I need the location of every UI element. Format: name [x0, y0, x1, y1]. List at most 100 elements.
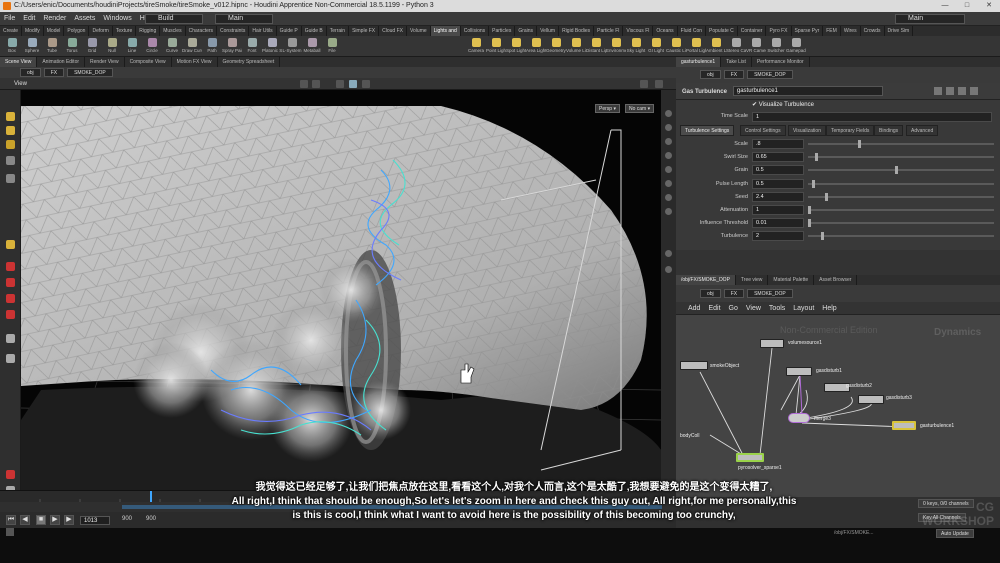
net-menu-tools[interactable]: Tools [765, 302, 789, 315]
shelf-tool[interactable]: Grid [82, 36, 102, 56]
shelf-tool[interactable]: Metaball [302, 36, 322, 56]
select-tool-icon[interactable] [6, 112, 15, 121]
net-menu-edit[interactable]: Edit [704, 302, 724, 315]
shelf-tab[interactable]: Vellum [537, 26, 560, 36]
grid-icon[interactable] [665, 208, 672, 215]
param-slider[interactable] [808, 153, 994, 162]
node-pyrosolver-sparse1[interactable] [736, 453, 764, 462]
shelf-tool[interactable]: Environment Light [606, 36, 626, 56]
shelf-tool[interactable]: L-System [282, 36, 302, 56]
shelf-tool[interactable]: VR Camera [746, 36, 766, 56]
slider-knob[interactable] [808, 206, 811, 214]
shelf-tab[interactable]: Guide P [277, 26, 302, 36]
node-gasturbulence1[interactable] [892, 421, 916, 430]
snap-icon[interactable] [6, 262, 15, 271]
tab-gasturbulence1[interactable]: gasturbulence1 [676, 57, 722, 67]
param-value-field[interactable]: 2.4 [752, 191, 804, 202]
node-smokeobject[interactable] [680, 361, 708, 370]
shelf-tool[interactable]: Sky Light [626, 36, 646, 56]
param-path-smoke-dop[interactable]: SMOKE_DOP [747, 69, 793, 79]
camera-lock-icon[interactable] [336, 80, 344, 88]
snap-grid-icon[interactable] [6, 278, 15, 287]
shelf-tool[interactable]: Geometry Light [546, 36, 566, 56]
shelf-tab[interactable]: Container [738, 26, 767, 36]
play-button[interactable]: ▶ [50, 515, 60, 525]
minimize-icon[interactable]: — [934, 0, 956, 12]
shelf-tab[interactable]: Characters [186, 26, 218, 36]
network-editor[interactable]: Non-Commercial Edition Dynamics volumeso… [676, 315, 1000, 497]
shelf-tool[interactable]: Distant Light [586, 36, 606, 56]
net-menu-add[interactable]: Add [684, 302, 704, 315]
shelf-tool[interactable]: Spot Light [506, 36, 526, 56]
shelf-tab[interactable]: Lights and [430, 26, 461, 36]
shelf-tab[interactable]: Grains [515, 26, 538, 36]
param-slider[interactable] [808, 140, 994, 148]
shelf-tool[interactable]: Platonic Solids [262, 36, 282, 56]
node-volumesource1[interactable] [760, 339, 784, 348]
shelf-tab[interactable]: Crowds [861, 26, 885, 36]
shelf-tab[interactable]: Muscles [160, 26, 186, 36]
wireframe-icon[interactable] [349, 80, 357, 88]
tab-motion-fx-view[interactable]: Motion FX View [172, 57, 218, 67]
shading-icon[interactable] [312, 80, 320, 88]
shelf-tab[interactable]: Particles [489, 26, 516, 36]
shelf-tab[interactable]: Wires [841, 26, 861, 36]
lock-icon[interactable] [970, 87, 978, 95]
snap-point-icon[interactable] [6, 294, 15, 303]
shelf-tool[interactable]: Camera [466, 36, 486, 56]
menu-assets[interactable]: Assets [70, 12, 99, 26]
shelf-tab[interactable]: Rigging [136, 26, 161, 36]
tab-animation-editor[interactable]: Animation Editor [37, 57, 86, 67]
tab-material-palette[interactable]: Material Palette [768, 275, 815, 285]
tab-performance-monitor[interactable]: Performance Monitor [752, 57, 810, 67]
param-folder-tab[interactable]: Control Settings [740, 125, 786, 136]
node-merge[interactable] [788, 413, 810, 423]
shelf-tool[interactable]: Ambient Light [706, 36, 726, 56]
tab-tree-view[interactable]: Tree view [736, 275, 769, 285]
shelf-tool[interactable]: Switcher [766, 36, 786, 56]
ghost-icon[interactable] [665, 110, 672, 117]
range-start[interactable]: 900 [122, 516, 132, 522]
node-name-field[interactable]: gasturbulence1 [732, 86, 883, 97]
shelf-tab[interactable]: Modify [22, 26, 44, 36]
shelf-tab[interactable]: Cloud FX [379, 26, 407, 36]
shelf-tab[interactable]: Sparse Pyr [792, 26, 824, 36]
menu-render[interactable]: Render [39, 12, 70, 26]
magnet-icon[interactable] [6, 310, 15, 319]
bg-icon[interactable] [665, 194, 672, 201]
tab-scene-view[interactable]: Scene View [0, 57, 38, 67]
menu-windows[interactable]: Windows [99, 12, 135, 26]
param-value-field[interactable]: 1 [752, 205, 804, 215]
param-slider[interactable] [808, 232, 994, 241]
param-value-field[interactable]: .8 [752, 139, 804, 149]
desktop-select[interactable]: Build [145, 14, 203, 24]
normals-icon[interactable] [665, 152, 672, 159]
slider-knob[interactable] [808, 219, 811, 228]
record-icon[interactable] [6, 354, 15, 363]
tab-asset-browser[interactable]: Asset Browser [814, 275, 858, 285]
shelf-tool[interactable]: Null [102, 36, 122, 56]
slider-knob[interactable] [895, 166, 899, 175]
shelf-tab[interactable]: FEM [823, 26, 841, 36]
tab-composite-view[interactable]: Composite View [125, 57, 172, 67]
shelf-tool[interactable]: Sphere [22, 36, 42, 56]
scale-tool-icon[interactable] [6, 156, 15, 165]
info-icon[interactable] [958, 87, 966, 95]
shelf-tool[interactable]: Area Light [526, 36, 546, 56]
node-gasdisturb3[interactable] [858, 395, 884, 404]
menu-edit[interactable]: Edit [19, 12, 39, 26]
net-path-obj[interactable]: obj [700, 288, 721, 298]
node-gasdisturb1[interactable] [786, 367, 812, 376]
render-region-icon[interactable] [6, 470, 15, 479]
handle-tool-icon[interactable] [6, 174, 15, 183]
shelf-tab[interactable]: Terrain [327, 26, 350, 36]
tab-take-list[interactable]: Take List [721, 57, 752, 67]
visualize-turbulence-checkbox[interactable]: ✔ Visualize Turbulence [752, 101, 814, 108]
shelf-tool[interactable]: Circle [142, 36, 162, 56]
maximize-icon[interactable]: □ [956, 0, 978, 12]
gear-icon[interactable] [934, 87, 942, 95]
shade-icon[interactable] [665, 124, 672, 131]
shelf-tab[interactable]: Guide B [302, 26, 327, 36]
shelf-tool[interactable]: Volume Light [566, 36, 586, 56]
param-slider[interactable] [808, 179, 994, 188]
